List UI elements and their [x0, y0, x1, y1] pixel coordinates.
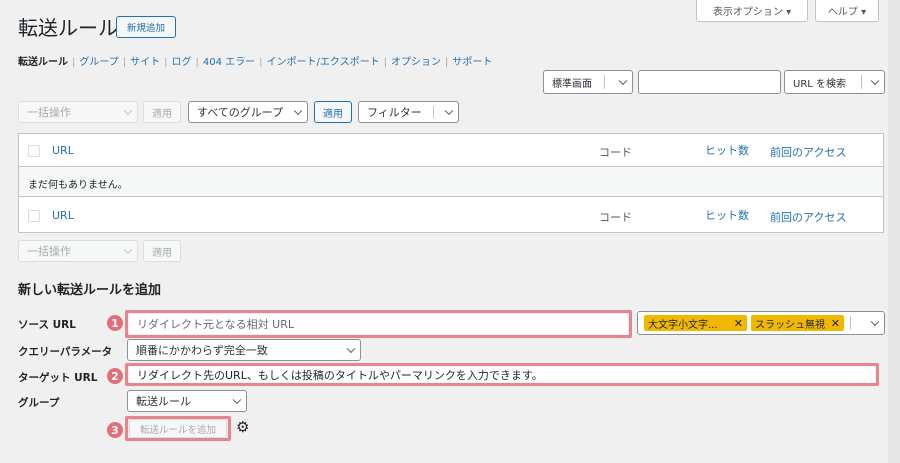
bulk-actions-select-bottom[interactable]: 一括操作 — [18, 240, 138, 262]
empty-message: まだ何もありません。 — [28, 180, 128, 191]
group-apply-button[interactable]: 適用 — [314, 101, 352, 123]
nav-separator: | — [383, 57, 387, 68]
nav-item-log[interactable]: ログ — [172, 57, 192, 68]
search-url-button[interactable]: URL を検索 — [784, 70, 885, 94]
chevron-down-icon — [870, 76, 880, 86]
nav-separator: | — [259, 57, 263, 68]
tag-remove-icon[interactable]: ✕ — [831, 317, 840, 330]
bulk-apply-button[interactable]: 適用 — [143, 101, 181, 123]
nav-separator: | — [195, 57, 199, 68]
target-url-input[interactable]: リダイレクト先のURL、もしくは投稿のタイトルやパーマリンクを入力できます。 — [129, 366, 875, 383]
chevron-down-icon — [444, 106, 454, 116]
source-url-input[interactable]: リダイレクト元となる相対 URL — [129, 314, 628, 334]
step-badge-1: 1 — [107, 315, 123, 331]
scrollbar[interactable] — [888, 0, 900, 463]
column-code: コード — [599, 146, 632, 159]
column-url[interactable]: URL — [52, 144, 74, 157]
column-last-access[interactable]: 前回のアクセス — [770, 209, 846, 225]
redirects-table: URL コード ヒット数 前回のアクセス まだ何もありません。 URL コード … — [18, 133, 884, 233]
search-mode-select[interactable]: 標準画面 — [543, 70, 633, 94]
table-empty-row: まだ何もありません。 — [19, 167, 883, 197]
target-url-label: ターゲット URL — [18, 372, 98, 384]
nav-separator: | — [164, 57, 168, 68]
group-value: 転送ルール — [136, 395, 191, 408]
nav-item-sites[interactable]: サイト — [130, 57, 160, 68]
query-params-label: クエリーパラメータ — [18, 346, 113, 358]
select-all-checkbox[interactable] — [28, 145, 40, 157]
chevron-down-icon — [123, 245, 133, 255]
table-header-row: URL コード ヒット数 前回のアクセス — [19, 134, 883, 167]
bulk-actions-value: 一括操作 — [27, 245, 71, 258]
group-filter-select[interactable]: すべてのグループ — [188, 101, 308, 123]
page-title: 転送ルール — [18, 16, 118, 40]
column-hits[interactable]: ヒット数 — [705, 207, 749, 223]
screen-options-button[interactable]: 表示オプション ▾ — [696, 0, 808, 22]
chevron-down-icon — [618, 76, 628, 86]
bulk-actions-value: 一括操作 — [27, 106, 71, 119]
chevron-down-icon — [346, 344, 356, 354]
nav-separator: | — [445, 57, 449, 68]
select-all-checkbox[interactable] — [28, 210, 40, 222]
search-mode-value: 標準画面 — [552, 78, 592, 90]
gear-icon[interactable]: ⚙ — [236, 418, 249, 436]
chevron-down-icon — [232, 395, 242, 405]
group-select[interactable]: 転送ルール — [127, 390, 247, 412]
source-url-label: ソース URL — [18, 319, 76, 331]
nav-item-options[interactable]: オプション — [391, 57, 441, 68]
add-redirect-button[interactable]: 転送ルールを追加 — [129, 419, 227, 438]
add-new-button[interactable]: 新規追加 — [116, 16, 176, 38]
nav-separator: | — [72, 57, 76, 68]
query-params-select[interactable]: 順番にかかわらず完全一致 — [127, 339, 361, 361]
table-footer-row: URL コード ヒット数 前回のアクセス — [19, 198, 883, 232]
tag-remove-icon[interactable]: ✕ — [734, 317, 743, 330]
nav-item-groups[interactable]: グループ — [79, 57, 118, 68]
nav-item-redirects[interactable]: 転送ルール — [18, 57, 68, 68]
bulk-apply-button-bottom[interactable]: 適用 — [143, 240, 181, 262]
nav-item-import-export[interactable]: インポート/エクスポート — [267, 57, 380, 68]
nav-separator: | — [122, 57, 127, 68]
flag-case-insensitive-tag: 大文字小文字... ✕ — [644, 315, 747, 331]
subsubsub-nav: 転送ルール | グループ | サイト | ログ | 404 エラー | インポート/エクスポート | オ… — [18, 53, 492, 68]
chevron-down-icon — [870, 317, 880, 327]
column-hits[interactable]: ヒット数 — [705, 142, 749, 158]
step-badge-2: 2 — [107, 368, 123, 384]
filter-button[interactable]: フィルター — [358, 101, 459, 123]
bulk-actions-select[interactable]: 一括操作 — [18, 101, 138, 123]
search-url-label: URL を検索 — [793, 78, 847, 90]
tag-label: 大文字小文字... — [648, 319, 718, 331]
column-last-access[interactable]: 前回のアクセス — [770, 144, 846, 160]
search-input[interactable] — [638, 70, 781, 94]
filter-label: フィルター — [367, 106, 422, 119]
flag-ignore-slash-tag: スラッシュ無視 ✕ — [751, 315, 844, 331]
nav-item-404[interactable]: 404 エラー — [203, 57, 255, 68]
group-filter-value: すべてのグループ — [197, 106, 284, 119]
nav-item-support[interactable]: サポート — [452, 57, 492, 68]
group-label: グループ — [18, 397, 60, 409]
add-redirect-heading: 新しい転送ルールを追加 — [18, 283, 162, 298]
chevron-down-icon — [123, 106, 133, 116]
query-params-value: 順番にかかわらず完全一致 — [136, 344, 268, 357]
help-button[interactable]: ヘルプ ▾ — [815, 0, 879, 22]
column-url[interactable]: URL — [52, 209, 74, 222]
chevron-down-icon — [293, 106, 303, 116]
column-code: コード — [599, 211, 632, 224]
tag-label: スラッシュ無視 — [755, 319, 825, 331]
step-badge-3: 3 — [107, 422, 123, 438]
